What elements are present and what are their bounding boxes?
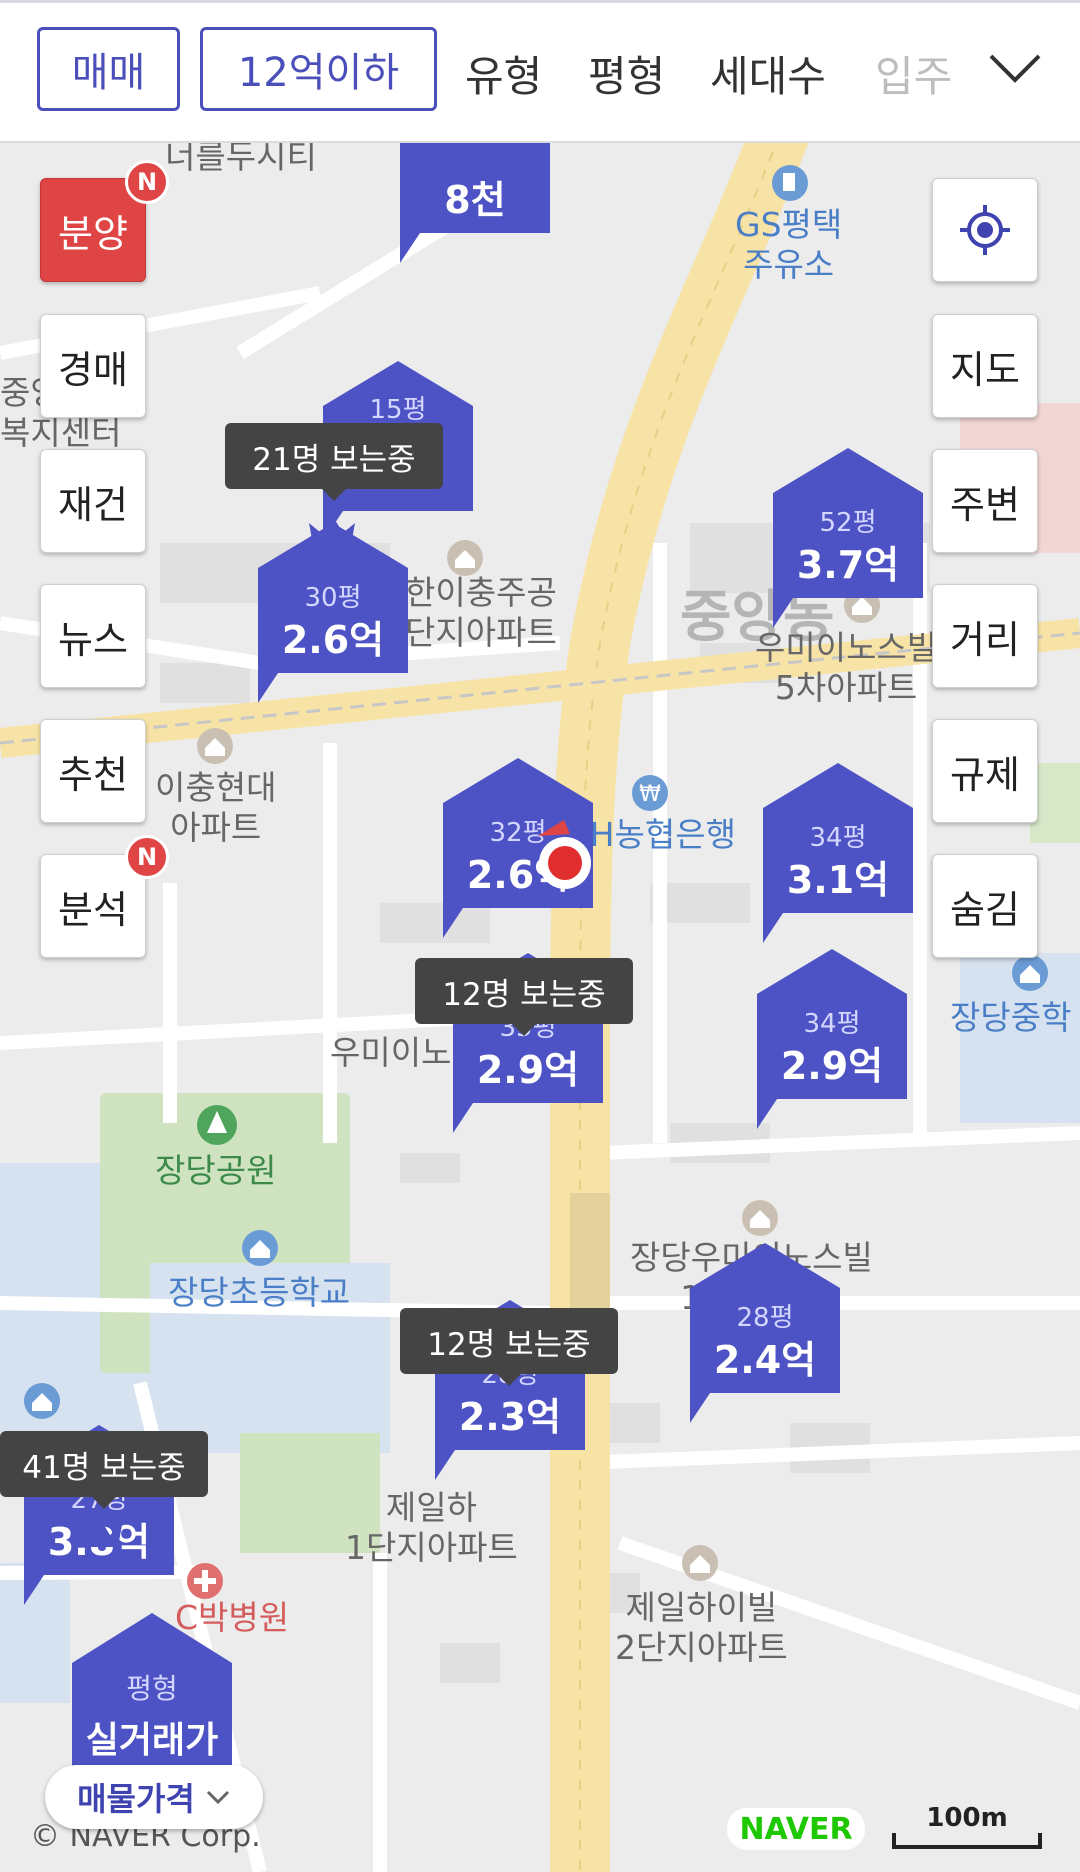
marker-pyeong: 15평 bbox=[369, 395, 427, 425]
map-label-jangdang-elem: 장당초등학교 bbox=[168, 1273, 351, 1312]
target-icon bbox=[960, 205, 1010, 255]
map-scale-label: 100m bbox=[926, 1803, 1008, 1833]
map-label-jeil1: 제일하 1단지아파트 bbox=[345, 1488, 518, 1567]
location-pin-icon bbox=[538, 820, 591, 889]
viewers-tooltip: 12명 보는중 bbox=[400, 1308, 618, 1386]
price-marker[interactable]: 8천 bbox=[400, 143, 550, 263]
map-label-gs-station: GS평택 주유소 bbox=[735, 205, 843, 284]
map-label-ichung-hyundai: 이충현대 아파트 bbox=[155, 768, 277, 847]
side-button-news[interactable]: 뉴스 bbox=[40, 584, 146, 688]
side-button-rebuild[interactable]: 재건 bbox=[40, 449, 146, 553]
map-label-gongdan: 한이충주공 단지아파트 bbox=[405, 573, 557, 652]
marker-price: 2.9억 bbox=[780, 1044, 884, 1088]
chevron-down-icon[interactable] bbox=[985, 48, 1045, 88]
price-marker[interactable]: 34평 2.9억 bbox=[757, 949, 907, 1129]
crown-icon bbox=[309, 515, 355, 545]
side-button-nearby[interactable]: 주변 bbox=[932, 449, 1038, 553]
marker-legend[interactable]: 평형 실거래가 bbox=[72, 1613, 232, 1773]
filter-bar: 매매 12억이하 유형 평형 세대수 입주 bbox=[0, 0, 1080, 143]
apartment-icon bbox=[197, 728, 233, 764]
price-type-dropdown[interactable]: 매물가격 bbox=[45, 1765, 263, 1829]
marker-price: 2.3억 bbox=[458, 1395, 562, 1439]
filter-pyeong[interactable]: 평형 bbox=[588, 43, 665, 104]
map-label-top: 너를두시티 bbox=[165, 143, 317, 176]
bank-icon: ₩ bbox=[632, 775, 668, 811]
gas-station-icon bbox=[772, 165, 808, 201]
map-label-jeil2: 제일하이빌 2단지아파트 bbox=[615, 1588, 788, 1667]
naver-logo: NAVER bbox=[727, 1808, 865, 1850]
viewers-tooltip: 21명 보는중 bbox=[225, 423, 443, 501]
viewers-tooltip: 41명 보는중 bbox=[0, 1431, 208, 1509]
marker-price: 2.9억 bbox=[476, 1048, 580, 1092]
my-location-button[interactable] bbox=[932, 178, 1038, 282]
school-icon bbox=[242, 1230, 278, 1266]
apartment-icon bbox=[682, 1545, 718, 1581]
side-button-hide[interactable]: 숨김 bbox=[932, 854, 1038, 958]
filter-chip-trade[interactable]: 매매 bbox=[37, 27, 180, 111]
marker-price: 8천 bbox=[444, 178, 506, 222]
filter-chip-price[interactable]: 12억이하 bbox=[200, 27, 437, 111]
price-type-label: 매물가격 bbox=[77, 1780, 195, 1818]
map-label-jangdang-middle: 장당중학 bbox=[950, 998, 1072, 1037]
new-badge: N bbox=[125, 160, 169, 204]
filter-households[interactable]: 세대수 bbox=[710, 43, 826, 104]
side-button-auction[interactable]: 경매 bbox=[40, 314, 146, 418]
map-scale-bar bbox=[892, 1833, 1042, 1849]
side-button-recommend[interactable]: 추천 bbox=[40, 719, 146, 823]
map-label-jangdang-park: 장당공원 bbox=[155, 1151, 277, 1190]
crown-icon bbox=[76, 1517, 122, 1547]
marker-price: 2.4억 bbox=[713, 1338, 817, 1382]
map-scale: 100m bbox=[892, 1803, 1042, 1853]
marker-price: 3.1억 bbox=[786, 858, 890, 902]
legend-pyeong: 평형 bbox=[126, 1672, 178, 1705]
school-icon bbox=[24, 1383, 60, 1419]
svg-text:₩: ₩ bbox=[639, 782, 661, 807]
map[interactable]: 너를두시티 GS평택 주유소 중앙 복지센터 한이충주공 단지아파트 중앙동 우… bbox=[0, 143, 1080, 1872]
side-button-map[interactable]: 지도 bbox=[932, 314, 1038, 418]
apartment-icon bbox=[447, 540, 483, 576]
chevron-down-icon bbox=[206, 1790, 229, 1805]
map-label-umino5: 우미이노스빌 5차아파트 bbox=[755, 628, 938, 707]
viewers-tooltip: 12명 보는중 bbox=[415, 958, 633, 1036]
filter-movein[interactable]: 입주 bbox=[875, 43, 952, 104]
price-marker[interactable]: 52평 3.7억 bbox=[773, 448, 923, 628]
park-icon bbox=[197, 1105, 237, 1145]
school-icon bbox=[1012, 955, 1048, 991]
hospital-icon bbox=[187, 1563, 223, 1599]
new-badge: N bbox=[125, 835, 169, 879]
marker-price: 2.6억 bbox=[281, 618, 385, 662]
price-marker[interactable]: 30평 2.6억 bbox=[258, 523, 408, 703]
marker-price: 3.7억 bbox=[796, 543, 900, 587]
apartment-icon bbox=[742, 1200, 778, 1236]
filter-type[interactable]: 유형 bbox=[465, 43, 542, 104]
price-marker[interactable]: 28평 2.4억 bbox=[690, 1243, 840, 1423]
legend-price-type: 실거래가 bbox=[85, 1720, 219, 1761]
price-marker[interactable]: 34평 3.1억 bbox=[763, 763, 913, 943]
side-button-distance[interactable]: 거리 bbox=[932, 584, 1038, 688]
side-button-regulation[interactable]: 규제 bbox=[932, 719, 1038, 823]
